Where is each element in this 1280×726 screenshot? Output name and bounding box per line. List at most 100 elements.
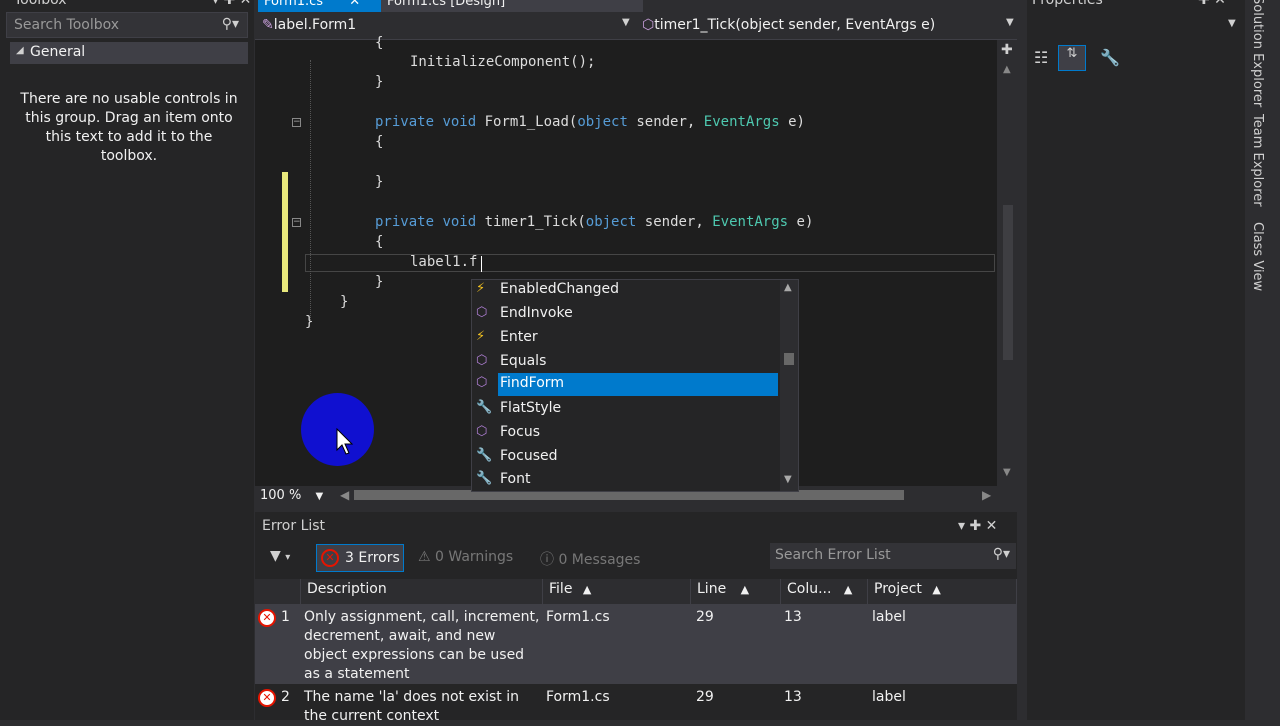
class-dropdown[interactable]: ✎label.Form1 — [262, 17, 356, 33]
categorized-icon[interactable]: ☷ — [1034, 48, 1048, 67]
alphabetical-icon[interactable]: ⇅ — [1058, 45, 1086, 71]
messages-filter-button[interactable]: ⓘ 0 Messages — [540, 549, 640, 569]
filter-icon[interactable]: ▼ ▾ — [270, 548, 290, 564]
intellisense-item-label: Equals — [500, 353, 547, 369]
errors-filter-label: 3 Errors — [345, 550, 400, 566]
code-type: EventArgs — [712, 214, 789, 230]
error-list-window-controls[interactable]: ▾ ✚ ✕ — [958, 518, 997, 534]
toolbox-search-input[interactable]: Search Toolbox ⚲▾ — [6, 12, 248, 38]
class-icon: ✎ — [262, 17, 274, 33]
intellisense-item[interactable]: ⬡ Equals — [472, 351, 778, 374]
search-icon[interactable]: ⚲▾ — [993, 546, 1010, 562]
scroll-up-icon[interactable]: ▲ — [1003, 64, 1011, 75]
current-line-highlight — [305, 254, 995, 272]
properties-title: Properties — [1032, 0, 1103, 8]
column-header-file[interactable]: File ▲ — [543, 579, 691, 604]
tab-team-explorer[interactable]: Team Explorer — [1250, 114, 1265, 207]
intellisense-scrollbar-thumb[interactable] — [784, 353, 794, 365]
intellisense-item[interactable]: 🔧 Font — [472, 469, 778, 492]
method-icon: ⬡ — [476, 424, 488, 439]
column-header-icon — [255, 579, 301, 604]
event-icon: ⚡ — [476, 329, 486, 344]
chevron-down-icon[interactable]: ▼ — [622, 17, 630, 28]
method-icon: ⬡ — [476, 305, 488, 320]
warning-icon: ⚠ — [418, 549, 431, 565]
intellisense-item-label: Enter — [500, 329, 538, 345]
method-icon: ⬡ — [476, 375, 488, 390]
code-keyword: object — [577, 114, 628, 130]
info-icon: ⓘ — [540, 552, 554, 568]
scroll-left-icon[interactable]: ◀ — [340, 488, 349, 502]
column-header-column[interactable]: Colu... ▲ — [781, 579, 868, 604]
code-line: } — [375, 74, 384, 90]
collapse-toggle[interactable]: − — [292, 118, 301, 127]
scroll-up-icon[interactable]: ▲ — [784, 282, 792, 293]
code-line: } — [375, 174, 384, 190]
member-dropdown[interactable]: ⬡timer1_Tick(object sender, EventArgs e) — [642, 17, 935, 33]
side-tab-strip — [1245, 0, 1280, 720]
code-type: EventArgs — [703, 114, 780, 130]
code-token: e) — [796, 214, 814, 230]
code-token: sender, — [636, 114, 696, 130]
errors-filter-button[interactable]: ✕ 3 Errors — [316, 544, 404, 572]
collapse-toggle[interactable]: − — [292, 218, 301, 227]
warnings-filter-button[interactable]: ⚠ 0 Warnings — [418, 549, 513, 565]
column-header-description[interactable]: Description — [301, 579, 543, 604]
intellisense-item[interactable]: ⬡ EndInvoke — [472, 303, 778, 326]
code-token: e) — [788, 114, 805, 130]
class-dropdown-label: label.Form1 — [273, 17, 357, 33]
scroll-down-icon[interactable]: ▼ — [1003, 467, 1011, 478]
messages-filter-label: 0 Messages — [558, 552, 641, 568]
toolbox-search-placeholder: Search Toolbox — [14, 17, 120, 33]
tab-class-view[interactable]: Class View — [1250, 222, 1265, 291]
code-line: private void timer1_Tick(object sender, … — [375, 214, 813, 230]
code-keyword: object — [585, 214, 637, 230]
intellisense-item[interactable]: ⚡ Enter — [472, 327, 778, 350]
column-header-project[interactable]: Project ▲ — [868, 579, 1017, 604]
chevron-down-icon[interactable]: ▼ — [1006, 17, 1014, 28]
intellisense-item[interactable]: 🔧 Focused — [472, 446, 778, 469]
error-column: 13 — [784, 609, 802, 625]
change-indicator-bar — [282, 172, 288, 292]
column-header-line[interactable]: Line ▲ — [691, 579, 781, 604]
intellisense-item-label: Focused — [500, 448, 558, 464]
code-token: Form1_Load( — [484, 114, 578, 130]
toolbox-empty-message: There are no usable controls in this gro… — [20, 91, 238, 164]
scroll-right-icon[interactable]: ▶ — [982, 488, 991, 502]
error-file: Form1.cs — [546, 689, 610, 705]
event-icon: ⚡ — [476, 281, 486, 296]
tab-form1-cs[interactable]: Form1.cs ✕ — [258, 0, 385, 12]
scroll-down-icon[interactable]: ▼ — [784, 474, 792, 485]
code-token: sender, — [644, 214, 704, 230]
property-pages-icon[interactable]: 🔧 — [1100, 48, 1120, 67]
chevron-down-icon[interactable]: ▼ — [1228, 18, 1236, 29]
search-icon[interactable]: ⚲▾ — [222, 16, 239, 32]
error-line: 29 — [696, 609, 714, 625]
tab-solution-explorer[interactable]: Solution Explorer — [1250, 0, 1265, 107]
error-project: label — [872, 689, 906, 705]
sort-up-icon: ▲ — [582, 583, 592, 596]
intellisense-item[interactable]: 🔧 FlatStyle — [472, 398, 778, 421]
toolbox-window-controls[interactable]: ▾ ✚ ✕ — [212, 0, 251, 8]
scrollbar-thumb[interactable] — [1003, 205, 1013, 360]
intellisense-scrollbar[interactable] — [780, 280, 798, 491]
collapse-arrow-icon[interactable]: ◢ — [16, 45, 24, 56]
zoom-dropdown[interactable]: 100 % ▼ — [260, 488, 323, 503]
error-column: 13 — [784, 689, 802, 705]
intellisense-item[interactable]: ⚡ EnabledChanged — [472, 279, 778, 302]
column-label: File — [549, 581, 573, 597]
properties-window-controls[interactable]: ✚ ✕ — [1198, 0, 1226, 8]
intellisense-item-label: FlatStyle — [500, 400, 562, 416]
code-keyword: private — [375, 114, 435, 130]
mouse-pointer-icon — [336, 428, 354, 455]
intellisense-item[interactable]: ⬡ Focus — [472, 422, 778, 445]
toolbox-group-general[interactable]: ◢ General — [10, 42, 248, 64]
code-line: { — [375, 234, 384, 250]
tab-form1-design[interactable]: Form1.cs [Design] — [381, 0, 643, 12]
intellisense-item-selected[interactable]: ⬡ FindForm — [472, 373, 778, 396]
intellisense-item-label: FindForm — [500, 375, 564, 391]
error-list-title: Error List — [262, 518, 326, 534]
error-list-search-input[interactable]: Search Error List ⚲▾ — [770, 543, 1016, 569]
text-caret — [481, 256, 482, 272]
split-icon[interactable]: ✚ — [1001, 42, 1013, 58]
